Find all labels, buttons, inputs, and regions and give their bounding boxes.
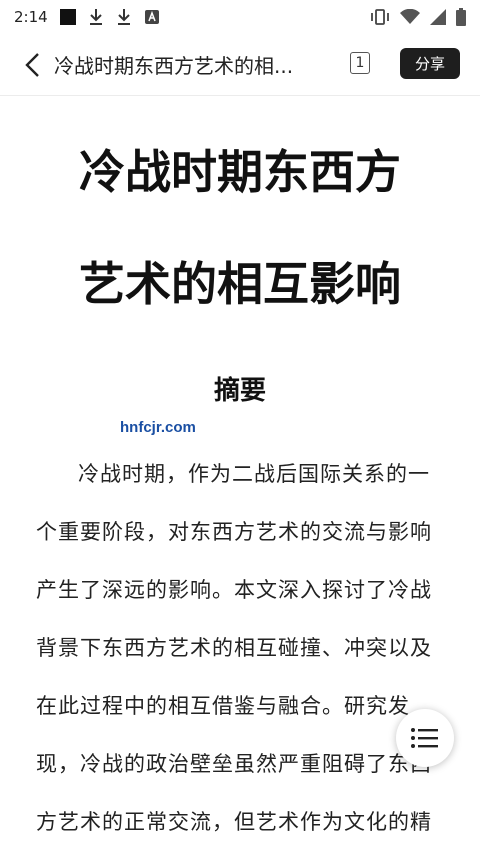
document-title: 冷战时期东西方 艺术的相互影响 xyxy=(0,116,480,340)
black-square-icon xyxy=(59,9,76,25)
document-title-line-2: 艺术的相互影响 xyxy=(79,257,401,311)
status-icons-right xyxy=(370,8,466,26)
list-menu-icon xyxy=(411,728,438,748)
table-of-contents-button[interactable] xyxy=(396,709,454,767)
nav-bar: 冷战时期东西方艺术的相... 1 分享 xyxy=(0,34,480,96)
abstract-heading: 摘要 xyxy=(213,376,266,406)
status-bar: 2:14 xyxy=(0,0,480,34)
share-button[interactable]: 分享 xyxy=(400,48,460,79)
page-count-button[interactable]: 1 xyxy=(350,52,370,74)
wifi-icon xyxy=(400,9,420,24)
chevron-left-icon xyxy=(25,52,39,77)
status-icons-left xyxy=(59,8,160,26)
a-box-icon xyxy=(144,10,159,24)
back-button[interactable] xyxy=(18,51,46,79)
abstract-text: 冷战时期，作为二战后国际关系的一个重要阶段，对东西方艺术的交流与影响产生了深远的… xyxy=(36,462,432,834)
signal-icon xyxy=(430,9,446,25)
nav-title: 冷战时期东西方艺术的相... xyxy=(54,54,294,78)
battery-icon xyxy=(456,8,466,26)
document-title-line-1: 冷战时期东西方 xyxy=(79,145,401,199)
watermark: hnfcjr.com xyxy=(120,419,196,436)
status-time: 2:14 xyxy=(14,8,48,26)
download-icon xyxy=(89,9,102,25)
vibrate-icon xyxy=(371,9,389,25)
download-icon xyxy=(117,9,130,25)
